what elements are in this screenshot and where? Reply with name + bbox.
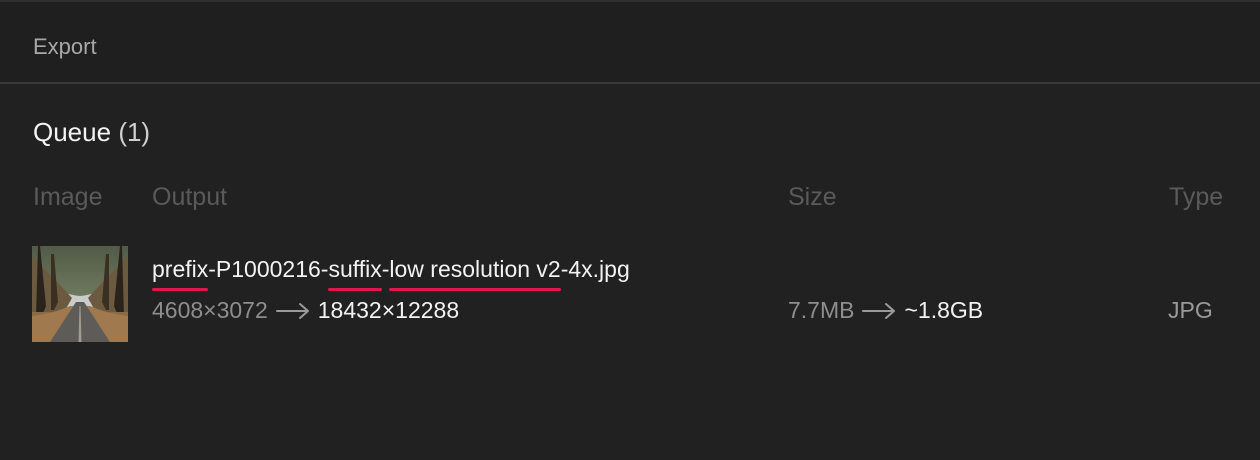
output-filename[interactable]: prefix-P1000216-suffix-low resolution v2… (152, 256, 630, 283)
output-resolution: 18432×12288 (317, 297, 460, 323)
output-type: JPG (1168, 297, 1213, 323)
queue-count: (1) (118, 117, 151, 147)
arrow-right-icon (275, 302, 309, 319)
column-header-type: Type (1169, 183, 1224, 211)
column-header-output: Output (152, 183, 228, 211)
input-resolution: 4608×3072 (152, 297, 268, 323)
filename-suffix[interactable]: suffix (328, 256, 381, 282)
queue-heading: Queue (1) (33, 117, 150, 148)
arrow-right-icon (862, 302, 896, 319)
output-size: ~1.8GB (904, 297, 984, 323)
input-size: 7.7MB (788, 297, 855, 323)
header-title: Export (33, 34, 97, 59)
filename-prefix[interactable]: prefix (152, 256, 208, 282)
filename-base: -P1000216- (208, 256, 329, 282)
resolution-info: 4608×3072 18432×12288 (152, 297, 459, 324)
filename-scale-ext: -4x.jpg (560, 256, 630, 282)
filename-model[interactable]: low resolution v2 (389, 256, 560, 282)
export-header: Export (0, 0, 1260, 84)
photo-thumbnail-icon (32, 246, 128, 342)
column-header-size: Size (788, 183, 837, 211)
size-info: 7.7MB ~1.8GB (788, 297, 983, 324)
image-thumbnail[interactable] (32, 246, 128, 342)
queue-label: Queue (33, 117, 112, 147)
column-header-image: Image (33, 183, 103, 211)
